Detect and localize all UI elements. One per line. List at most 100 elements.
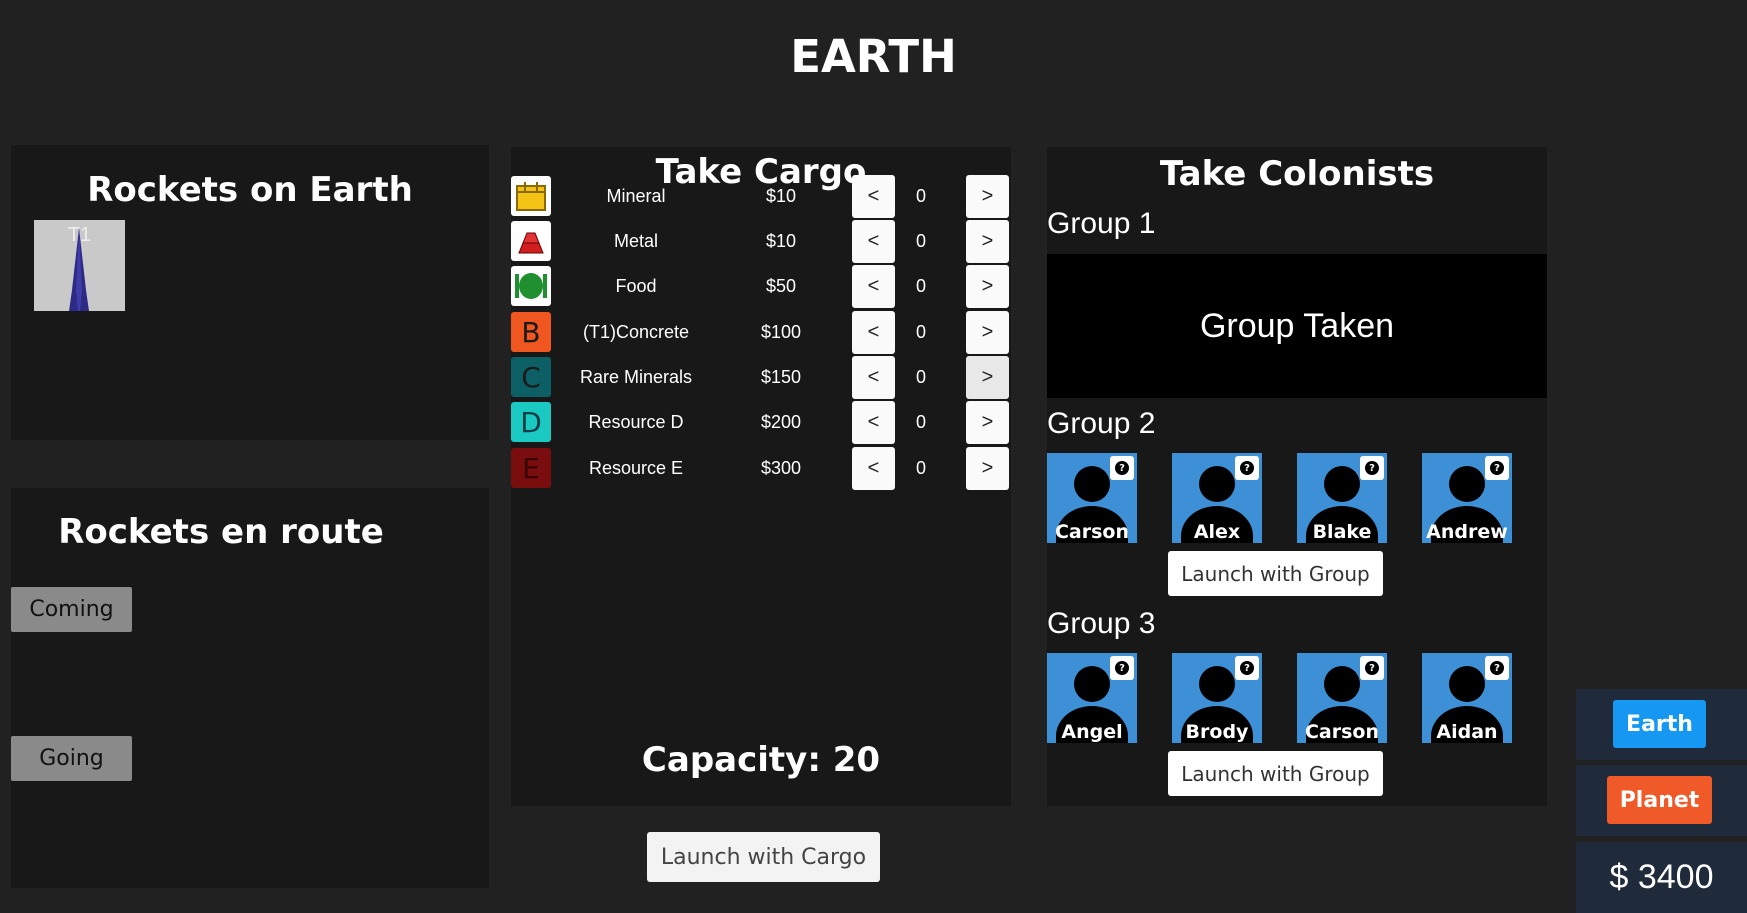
going-button[interactable]: Going xyxy=(11,736,132,781)
increment-button[interactable]: > xyxy=(966,175,1009,218)
colonist-avatar[interactable]: ? Angel xyxy=(1047,653,1137,743)
colonist-avatar[interactable]: ? Andrew xyxy=(1422,453,1512,543)
launch-with-group-2-button[interactable]: Launch with Group xyxy=(1168,551,1383,596)
cargo-price: $10 xyxy=(765,186,797,206)
colonist-name: Carson xyxy=(1304,721,1380,743)
person-head xyxy=(1449,466,1485,502)
cargo-quantity: 0 xyxy=(915,367,926,387)
mineral-crate-icon xyxy=(511,176,551,216)
metal-ingot-icon xyxy=(511,221,551,261)
person-head xyxy=(1199,466,1235,502)
help-mark: ? xyxy=(1365,461,1379,475)
group-taken-banner: Group Taken xyxy=(1047,254,1547,398)
coming-button[interactable]: Coming xyxy=(11,587,132,632)
help-mark: ? xyxy=(1365,661,1379,675)
help-icon[interactable]: ? xyxy=(1110,656,1134,680)
letter-c-icon: C xyxy=(511,357,551,397)
help-icon[interactable]: ? xyxy=(1485,656,1509,680)
rockets-en-route-heading: Rockets en route xyxy=(58,512,384,552)
decrement-button[interactable]: < xyxy=(852,265,895,308)
rocket-label: T1 xyxy=(67,224,92,246)
help-mark: ? xyxy=(1115,461,1129,475)
planet-nav-box: Planet xyxy=(1576,765,1747,836)
help-mark: ? xyxy=(1490,661,1504,675)
take-colonists-heading: Take Colonists xyxy=(1159,154,1435,194)
page-title: EARTH xyxy=(790,30,957,83)
letter-b-icon: B xyxy=(511,312,551,352)
help-icon[interactable]: ? xyxy=(1235,456,1259,480)
colonist-avatar[interactable]: ? Alex xyxy=(1172,453,1262,543)
help-icon[interactable]: ? xyxy=(1360,656,1384,680)
cargo-row: B (T1)Concrete $100 <0 > xyxy=(511,310,1011,355)
cargo-price: $100 xyxy=(760,322,802,342)
person-head xyxy=(1199,666,1235,702)
cargo-row: Metal $10 <0 > xyxy=(511,219,1011,264)
help-mark: ? xyxy=(1240,661,1254,675)
person-head xyxy=(1074,666,1110,702)
cargo-price: $10 xyxy=(765,231,797,251)
colonist-name: Angel xyxy=(1061,721,1123,743)
cargo-name: Metal xyxy=(613,231,658,251)
cargo-quantity: 0 xyxy=(915,412,926,432)
letter-e-icon: E xyxy=(511,448,551,488)
help-icon[interactable]: ? xyxy=(1110,456,1134,480)
colonist-avatar[interactable]: ? Brody xyxy=(1172,653,1262,743)
cargo-name: Food xyxy=(615,276,657,296)
cargo-name: Mineral xyxy=(606,186,666,206)
earth-nav-box: Earth xyxy=(1576,689,1747,760)
cargo-row: Mineral $10 <0 > xyxy=(511,174,1011,219)
cargo-quantity: 0 xyxy=(915,276,926,296)
colonist-avatar[interactable]: ? Carson xyxy=(1047,453,1137,543)
cargo-letter: C xyxy=(521,360,541,394)
increment-button[interactable]: > xyxy=(966,356,1009,399)
group-1-label: Group 1 xyxy=(1047,207,1156,240)
cargo-quantity: 0 xyxy=(915,322,926,342)
colonist-name: Alex xyxy=(1193,521,1241,543)
help-icon[interactable]: ? xyxy=(1485,456,1509,480)
cargo-name: Rare Minerals xyxy=(579,367,693,387)
cargo-row: C Rare Minerals $150 <0 > xyxy=(511,355,1011,400)
help-icon[interactable]: ? xyxy=(1360,456,1384,480)
help-mark: ? xyxy=(1240,461,1254,475)
colonist-avatar[interactable]: ? Aidan xyxy=(1422,653,1512,743)
decrement-button[interactable]: < xyxy=(852,447,895,490)
decrement-button[interactable]: < xyxy=(852,220,895,263)
colonist-name: Aidan xyxy=(1436,721,1498,743)
earth-button[interactable]: Earth xyxy=(1613,700,1706,748)
rocket-t1-card[interactable]: T1 xyxy=(34,220,125,311)
cargo-name: (T1)Concrete xyxy=(582,322,690,342)
person-head xyxy=(1324,466,1360,502)
cargo-letter: B xyxy=(521,315,541,349)
planet-button[interactable]: Planet xyxy=(1607,776,1712,824)
cargo-quantity: 0 xyxy=(915,231,926,251)
cargo-quantity: 0 xyxy=(915,458,926,478)
launch-with-cargo-button[interactable]: Launch with Cargo xyxy=(647,832,880,882)
cargo-price: $50 xyxy=(765,276,797,296)
food-plate-icon xyxy=(511,266,551,306)
cargo-letter: E xyxy=(522,451,540,485)
cargo-letter: D xyxy=(520,405,542,439)
increment-button[interactable]: > xyxy=(966,220,1009,263)
launch-with-group-3-button[interactable]: Launch with Group xyxy=(1168,751,1383,796)
group-3-label: Group 3 xyxy=(1047,607,1156,640)
increment-button[interactable]: > xyxy=(966,401,1009,444)
decrement-button[interactable]: < xyxy=(852,401,895,444)
help-icon[interactable]: ? xyxy=(1235,656,1259,680)
colonist-avatar[interactable]: ? Blake xyxy=(1297,453,1387,543)
increment-button[interactable]: > xyxy=(966,447,1009,490)
colonist-avatar[interactable]: ? Carson xyxy=(1297,653,1387,743)
person-head xyxy=(1449,666,1485,702)
person-head xyxy=(1324,666,1360,702)
decrement-button[interactable]: < xyxy=(852,175,895,218)
increment-button[interactable]: > xyxy=(966,265,1009,308)
cargo-row: E Resource E $300 <0 > xyxy=(511,446,1011,491)
increment-button[interactable]: > xyxy=(966,311,1009,354)
rockets-on-earth-heading: Rockets on Earth xyxy=(87,170,413,210)
decrement-button[interactable]: < xyxy=(852,356,895,399)
cargo-name: Resource E xyxy=(588,458,684,478)
decrement-button[interactable]: < xyxy=(852,311,895,354)
cargo-price: $200 xyxy=(760,412,802,432)
capacity-label: Capacity: 20 xyxy=(641,740,881,780)
help-mark: ? xyxy=(1490,461,1504,475)
cargo-row: Food $50 <0 > xyxy=(511,264,1011,309)
